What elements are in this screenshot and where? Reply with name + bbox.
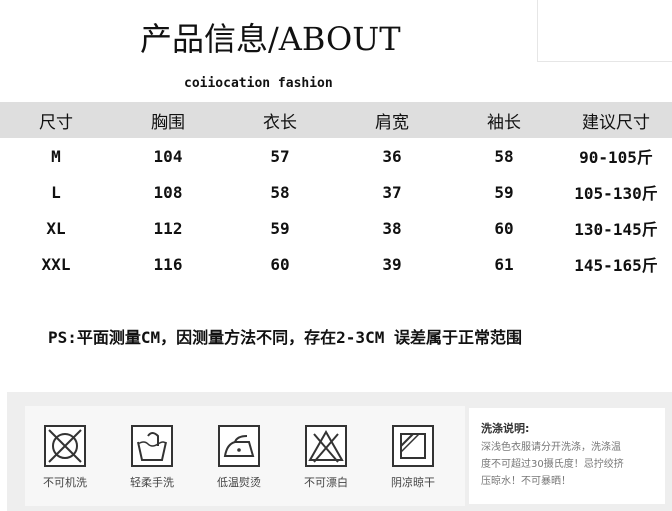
wash-instructions-title: 洗涤说明: [481,422,530,435]
wash-instructions-line: 度不可超过30摄氏度！忌拧绞挤 [481,459,624,470]
care-item-no-machine-wash: 不可机洗 [29,424,101,490]
table-cell: 90-105斤 [579,148,653,167]
low-temp-iron-icon [218,425,260,467]
table-row: M 104 57 36 58 90-105斤 [0,138,672,174]
table-cell: 36 [382,146,402,166]
column-header: 衣长 [224,102,336,138]
no-bleach-icon [305,425,347,467]
table-cell: 145-165斤 [574,256,658,275]
table-cell: 58 [270,182,290,202]
care-panel: 不可机洗 轻柔手洗 低温熨烫 不可漂白 阴凉晾干 洗涤说明: 深浅色衣服请分开洗… [7,392,672,511]
column-header: 袖长 [448,102,560,138]
table-cell: 60 [494,218,514,238]
table-cell: XL [46,218,66,238]
table-row: L 108 58 37 59 105-130斤 [0,174,672,210]
wash-instructions-body: 深浅色衣服请分开洗涤，洗涤温 度不可超过30摄氏度！忌拧绞挤 压晾水！不可暴晒！ [481,439,657,490]
wash-instructions: 洗涤说明: 深浅色衣服请分开洗涤，洗涤温 度不可超过30摄氏度！忌拧绞挤 压晾水… [469,408,665,504]
table-cell: 59 [270,218,290,238]
care-item-low-temp-iron: 低温熨烫 [203,424,275,490]
no-machine-wash-icon [44,425,86,467]
care-label: 低温熨烫 [217,476,261,489]
table-cell: 58 [494,146,514,166]
table-cell: 37 [382,182,402,202]
table-cell: 61 [494,254,514,274]
table-cell: 130-145斤 [574,220,658,239]
wash-instructions-line: 深浅色衣服请分开洗涤，洗涤温 [481,442,621,453]
table-cell: 59 [494,182,514,202]
care-item-shade-dry: 阴凉晾干 [377,424,449,490]
care-label: 阴凉晾干 [391,476,435,489]
size-table-header: 尺寸 胸围 衣长 肩宽 袖长 建议尺寸 [0,102,672,138]
shade-dry-icon [392,425,434,467]
column-header: 肩宽 [336,102,448,138]
care-item-no-bleach: 不可漂白 [290,424,362,490]
table-cell: 57 [270,146,290,166]
column-header: 尺寸 [0,102,112,138]
table-cell: 60 [270,254,290,274]
wash-instructions-line: 压晾水！不可暴晒！ [481,476,571,487]
care-item-gentle-hand-wash: 轻柔手洗 [116,424,188,490]
table-cell: 108 [153,182,183,202]
care-label: 不可漂白 [304,476,348,489]
page-title: 产品信息/ABOUT [140,20,401,58]
table-cell: XXL [41,254,71,274]
table-row: XL 112 59 38 60 130-145斤 [0,210,672,246]
size-table: 尺寸 胸围 衣长 肩宽 袖长 建议尺寸 M 104 57 36 58 90-10… [0,102,672,282]
table-cell: 112 [153,218,183,238]
care-label: 轻柔手洗 [130,476,174,489]
table-row: XXL 116 60 39 61 145-165斤 [0,246,672,282]
measurement-note: PS:平面测量CM，因测量方法不同，存在2-3CM 误差属于正常范围 [48,328,522,347]
column-header: 建议尺寸 [560,102,672,138]
table-cell: 116 [153,254,183,274]
care-label: 不可机洗 [43,476,87,489]
table-cell: 38 [382,218,402,238]
table-cell: L [51,182,61,202]
table-cell: 105-130斤 [574,184,658,203]
column-header: 胸围 [112,102,224,138]
corner-divider [537,0,672,62]
brand-name: coiiocation fashion [184,76,333,91]
care-icons-area: 不可机洗 轻柔手洗 低温熨烫 不可漂白 阴凉晾干 [25,406,465,506]
gentle-hand-wash-icon [131,425,173,467]
table-cell: M [51,146,61,166]
table-cell: 104 [153,146,183,166]
table-cell: 39 [382,254,402,274]
